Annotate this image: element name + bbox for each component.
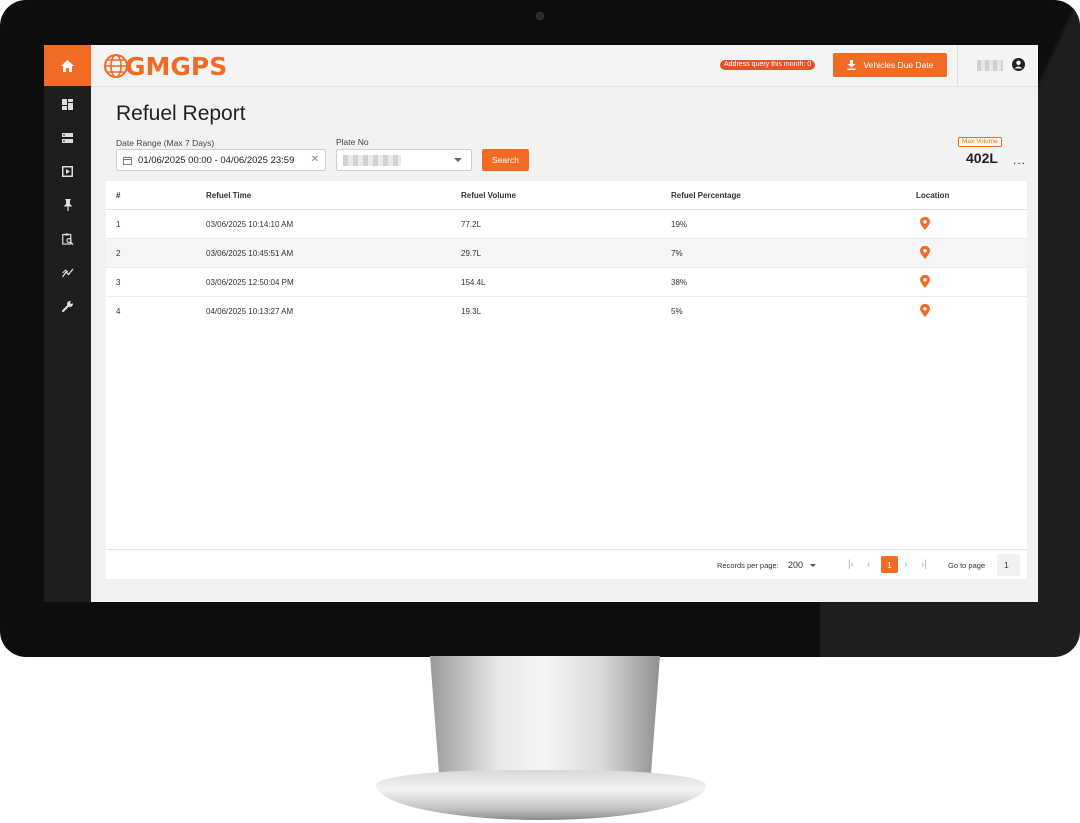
page-button-current[interactable]: 1	[881, 556, 898, 573]
logo-text: GMGPS	[125, 51, 228, 81]
download-icon	[847, 60, 856, 70]
header-index: #	[116, 191, 121, 200]
monitor-stand-neck	[430, 656, 660, 776]
clear-icon[interactable]: ✕	[311, 154, 319, 165]
cell-index: 4	[116, 307, 121, 316]
max-volume-badge: Max Volume	[958, 137, 1002, 147]
more-options-icon[interactable]: ...	[1013, 153, 1026, 167]
playback-icon	[62, 166, 73, 178]
prev-page-icon[interactable]: ‹	[867, 559, 870, 570]
vehicles-due-date-label: Vehicles Due Date	[863, 60, 934, 70]
cell-index: 2	[116, 249, 121, 258]
first-page-icon[interactable]: |‹	[848, 559, 854, 570]
cell-refuel-percentage: 7%	[671, 249, 683, 258]
plate-no-value-blurred	[343, 155, 401, 166]
cell-refuel-time: 04/06/2025 10:13:27 AM	[206, 307, 294, 316]
calendar-icon	[123, 156, 132, 165]
sidebar-item-analytics[interactable]	[44, 256, 91, 290]
refuel-table: # Refuel Time Refuel Volume Refuel Perce…	[106, 181, 1027, 579]
top-bar: GMGPS Address query this month: 0 Vehicl…	[91, 45, 1038, 87]
header-refuel-volume[interactable]: Refuel Volume	[461, 191, 516, 200]
go-to-page-input[interactable]	[997, 554, 1020, 576]
sidebar-item-tools[interactable]	[44, 289, 91, 323]
table-row[interactable]: 2 03/06/2025 10:45:51 AM 29.7L 7%	[106, 239, 1027, 268]
cell-index: 3	[116, 278, 121, 287]
location-pin-icon[interactable]	[920, 275, 930, 288]
cell-refuel-volume: 77.2L	[461, 220, 482, 229]
location-pin-icon[interactable]	[920, 217, 930, 230]
wrench-icon	[61, 300, 73, 312]
cell-refuel-volume: 19.3L	[461, 307, 482, 316]
cell-refuel-percentage: 5%	[671, 307, 683, 316]
go-to-page-label: Go to page	[948, 561, 986, 570]
cell-index: 1	[116, 220, 121, 229]
cell-refuel-volume: 154.4L	[461, 278, 486, 287]
sidebar-item-report[interactable]	[44, 222, 91, 256]
chevron-down-icon[interactable]	[810, 564, 816, 567]
address-query-badge: Address query this month: 0	[720, 60, 816, 70]
date-range-label: Date Range (Max 7 Days)	[116, 138, 215, 148]
cell-refuel-time: 03/06/2025 10:14:10 AM	[206, 220, 294, 229]
location-pin-icon[interactable]	[920, 246, 930, 259]
report-search-icon	[61, 233, 73, 245]
monitor: GMGPS Address query this month: 0 Vehicl…	[0, 0, 1080, 823]
page-title: Refuel Report	[116, 102, 246, 125]
divider	[957, 45, 958, 87]
cell-refuel-time: 03/06/2025 12:50:04 PM	[206, 278, 294, 287]
header-refuel-time[interactable]: Refuel Time	[206, 191, 251, 200]
table-row[interactable]: 1 03/06/2025 10:14:10 AM 77.2L 19%	[106, 210, 1027, 239]
monitor-stand-base	[376, 770, 706, 820]
pagination: Records per page: 200 |‹ ‹ 1 › ›| Go to …	[106, 549, 1027, 579]
location-pin-icon[interactable]	[920, 304, 930, 317]
search-button[interactable]: Search	[482, 149, 529, 171]
date-range-value: 01/06/2025 00:00 - 04/06/2025 23:59	[138, 154, 295, 166]
table-header: # Refuel Time Refuel Volume Refuel Perce…	[106, 181, 1027, 210]
cell-refuel-percentage: 19%	[671, 220, 688, 229]
header-location: Location	[916, 191, 950, 200]
home-icon	[61, 59, 74, 72]
sidebar-item-dashboard[interactable]	[44, 88, 91, 122]
table-row[interactable]: 4 04/06/2025 10:13:27 AM 19.3L 5%	[106, 297, 1027, 326]
sidebar-item-home[interactable]	[44, 45, 91, 86]
records-per-page-select[interactable]: 200	[788, 560, 803, 570]
header-refuel-percentage[interactable]: Refuel Percentage	[671, 191, 741, 200]
user-name-blurred[interactable]	[977, 60, 1003, 71]
next-page-icon[interactable]: ›	[904, 559, 907, 570]
cell-refuel-time: 03/06/2025 10:45:51 AM	[206, 249, 294, 258]
last-page-icon[interactable]: ›|	[921, 559, 927, 570]
plate-no-select[interactable]	[336, 149, 472, 171]
cell-refuel-percentage: 38%	[671, 278, 688, 287]
app-screen: GMGPS Address query this month: 0 Vehicl…	[44, 45, 1038, 602]
plate-no-label: Plate No	[336, 137, 369, 147]
max-volume-value: 402L	[966, 150, 998, 166]
sidebar-item-list[interactable]	[44, 122, 91, 156]
logo[interactable]: GMGPS	[103, 51, 228, 81]
camera-dot	[536, 12, 544, 20]
sidebar-item-pin[interactable]	[44, 189, 91, 223]
records-per-page-label: Records per page:	[717, 561, 779, 570]
cell-refuel-volume: 29.7L	[461, 249, 482, 258]
date-range-input[interactable]: 01/06/2025 00:00 - 04/06/2025 23:59 ✕	[116, 149, 326, 171]
user-circle-icon[interactable]	[1012, 58, 1025, 71]
pin-icon	[63, 199, 72, 212]
table-row[interactable]: 3 03/06/2025 12:50:04 PM 154.4L 38%	[106, 268, 1027, 297]
sidebar-item-playback[interactable]	[44, 155, 91, 189]
list-icon	[62, 133, 73, 144]
dashboard-icon	[62, 99, 73, 111]
vehicles-due-date-button[interactable]: Vehicles Due Date	[833, 53, 947, 77]
analytics-icon	[61, 268, 74, 278]
chevron-down-icon	[454, 158, 462, 162]
sidebar	[44, 45, 91, 602]
